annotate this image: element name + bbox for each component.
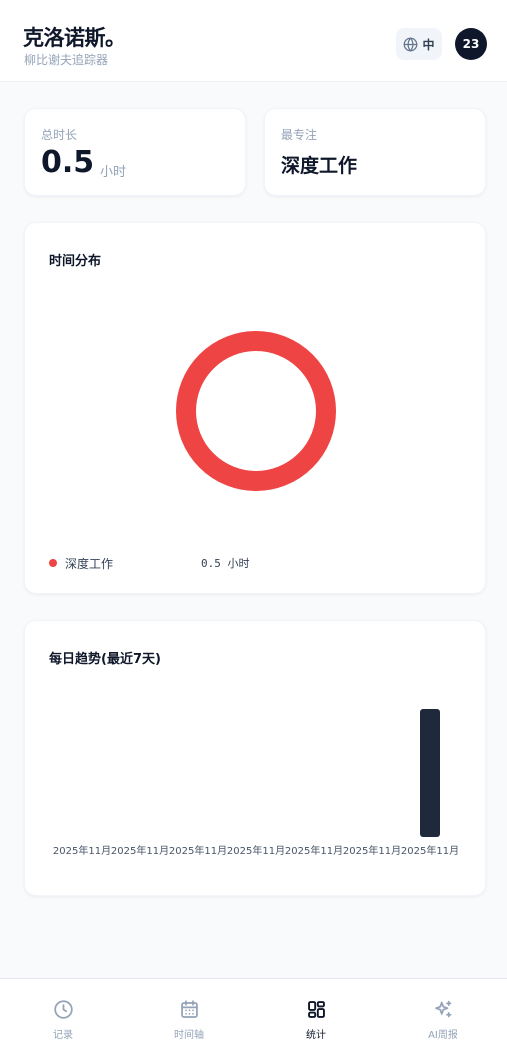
donut-chart bbox=[176, 331, 336, 491]
calendar-icon bbox=[180, 1000, 198, 1018]
app-title: 克洛诺斯。 bbox=[23, 26, 126, 50]
nav-item-label: 统计 bbox=[306, 1030, 326, 1041]
app-header: 克洛诺斯。 柳比谢夫追踪器 中 23 bbox=[0, 0, 507, 82]
nav-item-timeline[interactable]: 时间轴 bbox=[126, 979, 252, 1059]
bottom-nav: 记录 时间轴 统计 AI周报 bbox=[0, 978, 507, 1059]
most-focused-card: 最专注 深度工作 bbox=[264, 108, 486, 196]
globe-icon bbox=[404, 37, 418, 51]
grid-icon bbox=[307, 1001, 325, 1018]
total-time-value: 0.5 bbox=[41, 145, 95, 180]
x-tick-label: 2025年11月 bbox=[285, 844, 343, 857]
app-subtitle: 柳比谢夫追踪器 bbox=[24, 53, 109, 67]
nav-item-label: AI周报 bbox=[428, 1030, 458, 1041]
x-tick-label: 2025年11月 bbox=[227, 844, 285, 857]
avatar[interactable]: 23 bbox=[455, 28, 487, 60]
total-time-card: 总时长 0.5 小时 bbox=[24, 108, 246, 196]
total-time-label: 总时长 bbox=[41, 128, 78, 142]
sparkles-icon bbox=[434, 1000, 451, 1018]
clock-icon bbox=[53, 1000, 73, 1019]
language-label: 中 bbox=[422, 37, 435, 52]
daily-trend-card: 每日趋势(最近7天) 2025年11月 2025年11月 2025年11月 2025年… bbox=[24, 620, 486, 896]
most-focused-label: 最专注 bbox=[281, 128, 318, 142]
language-toggle-button[interactable]: 中 bbox=[396, 28, 442, 60]
legend-color-dot bbox=[49, 559, 57, 567]
x-tick-label: 2025年11月 bbox=[401, 844, 459, 857]
x-tick-label: 2025年11月 bbox=[53, 844, 111, 857]
nav-item-record[interactable]: 记录 bbox=[0, 979, 126, 1059]
legend-item-name: 深度工作 bbox=[65, 556, 114, 571]
donut-slice bbox=[176, 331, 336, 491]
legend-item-value: 0.5 小时 bbox=[201, 557, 250, 570]
total-time-unit: 小时 bbox=[100, 165, 127, 180]
bar-chart: 2025年11月 2025年11月 2025年11月 2025年11月 2025年11月… bbox=[53, 709, 459, 857]
most-focused-value: 深度工作 bbox=[281, 155, 358, 177]
x-tick-label: 2025年11月 bbox=[169, 844, 227, 857]
bar bbox=[420, 709, 440, 837]
x-tick-label: 2025年11月 bbox=[343, 844, 401, 857]
nav-item-label: 记录 bbox=[53, 1030, 73, 1041]
nav-item-stats[interactable]: 统计 bbox=[253, 979, 379, 1059]
x-tick-label: 2025年11月 bbox=[111, 844, 169, 857]
time-distribution-card: 时间分布 深度工作 0.5 小时 bbox=[24, 222, 486, 594]
nav-item-ai-weekly[interactable]: AI周报 bbox=[380, 979, 506, 1059]
nav-item-label: 时间轴 bbox=[174, 1030, 204, 1041]
daily-trend-title: 每日趋势(最近7天) bbox=[49, 652, 161, 667]
legend-item: 深度工作 0.5 小时 bbox=[49, 554, 250, 572]
